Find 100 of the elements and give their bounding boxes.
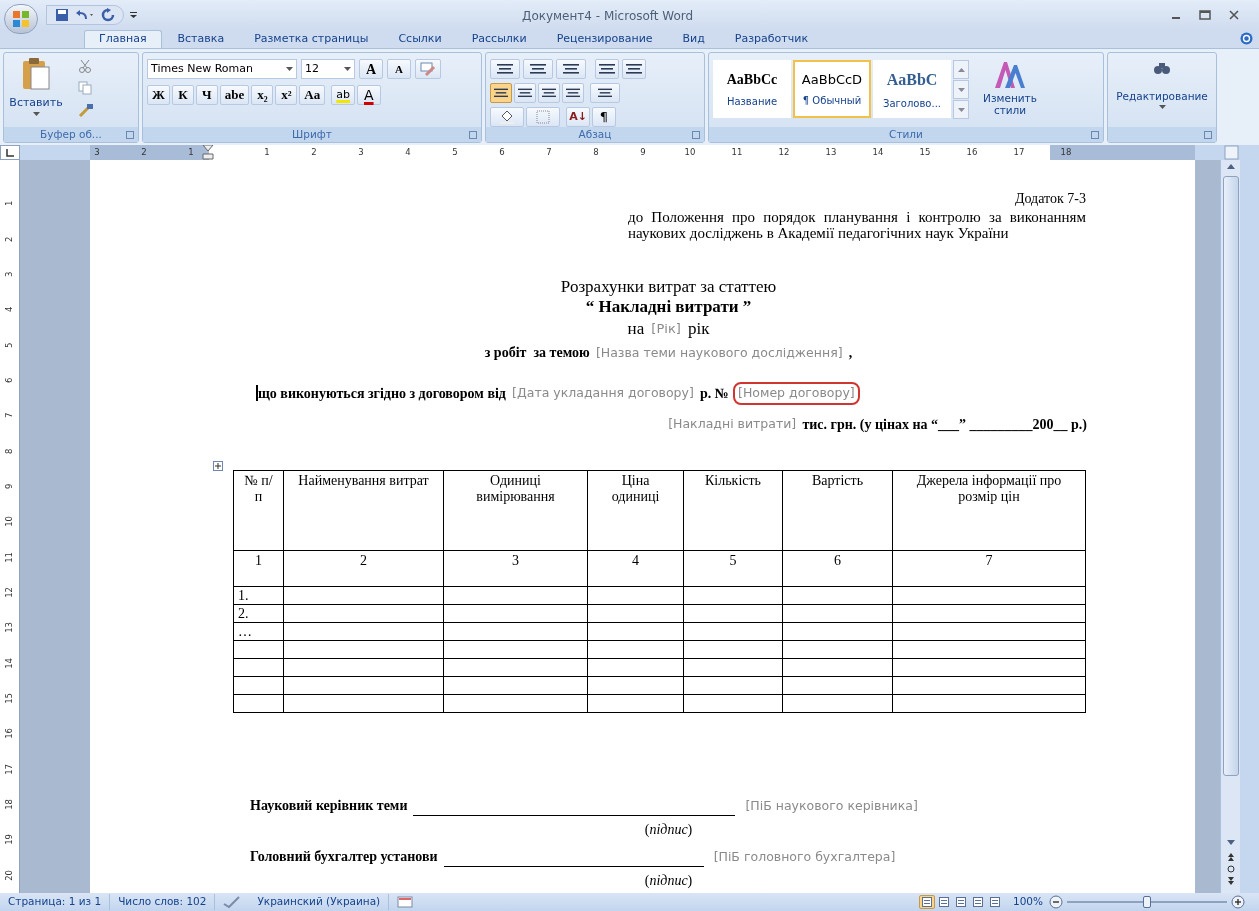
ruler-number: 14 xyxy=(3,657,16,669)
gallery-scroll-button[interactable] xyxy=(953,100,969,119)
font-size-field[interactable]: 12 xyxy=(301,59,355,79)
maximize-icon[interactable] xyxy=(1199,10,1211,20)
ruler-number: 3 xyxy=(93,146,101,159)
list-icon[interactable] xyxy=(563,63,579,75)
page-count[interactable]: Страница: 1 из 1 xyxy=(0,894,111,910)
format-button[interactable]: К xyxy=(171,85,194,105)
shrink-font-button[interactable]: A xyxy=(387,59,411,79)
style-item[interactable]: AaBbC Заголово... xyxy=(873,60,951,118)
format-button[interactable]: Aa xyxy=(299,85,326,105)
ruler-number: 15 xyxy=(918,146,932,159)
editing-button[interactable]: Редактирование xyxy=(1112,61,1212,127)
format-button[interactable]: x₂ xyxy=(251,85,274,105)
gallery-scroll-button[interactable] xyxy=(953,60,969,79)
indent-marker-icon[interactable] xyxy=(202,145,214,160)
numbering-button[interactable] xyxy=(523,59,553,79)
help-icon[interactable] xyxy=(1240,32,1253,45)
ribbon-tab[interactable]: Ссылки xyxy=(384,30,456,48)
ruler-number: 5 xyxy=(3,342,16,348)
ruler-number: 8 xyxy=(592,146,600,159)
cut-icon[interactable] xyxy=(78,59,92,73)
format-button[interactable]: abe xyxy=(219,85,250,105)
format-painter-icon[interactable] xyxy=(78,103,94,117)
eraser-icon xyxy=(420,62,436,76)
ribbon-tab[interactable]: Рассылки xyxy=(457,30,541,48)
placeholder-field[interactable]: [Накладні витрати] xyxy=(666,412,799,436)
close-icon[interactable] xyxy=(1229,10,1239,20)
slider-thumb[interactable] xyxy=(1143,896,1151,908)
ruler-number: 6 xyxy=(3,377,16,384)
ribbon-tab[interactable]: Рецензирование xyxy=(542,30,667,48)
format-button[interactable]: Ж xyxy=(147,85,170,105)
language-indicator[interactable]: Украинский (Украина) xyxy=(249,894,390,910)
office-button[interactable] xyxy=(4,4,38,34)
placeholder-field[interactable]: [Дата укладання договору] xyxy=(510,382,696,405)
style-label: Заголово... xyxy=(883,96,941,111)
document-text: на xyxy=(627,319,645,339)
ruler-number: 1 xyxy=(263,146,271,159)
font-name-field[interactable]: Times New Roman xyxy=(147,59,297,79)
style-item[interactable]: AaBbCcD ¶ Обычный xyxy=(793,60,871,118)
clear-format-button[interactable] xyxy=(415,59,441,79)
placeholder-field[interactable]: [Номер договору] xyxy=(733,382,860,405)
office-logo-icon xyxy=(12,10,30,28)
customize-toolbar-icon[interactable] xyxy=(130,11,138,19)
line-spacing-button[interactable] xyxy=(590,83,620,103)
bullets-button[interactable] xyxy=(490,59,520,79)
save-icon[interactable] xyxy=(55,8,69,22)
column-header: Джерела інформації про розмір цін xyxy=(916,472,1062,504)
list-icon[interactable] xyxy=(598,87,612,99)
caret-icon xyxy=(344,67,351,71)
zoom-in-icon[interactable] xyxy=(1231,895,1245,909)
view-button[interactable] xyxy=(918,895,935,909)
macro-record-icon[interactable] xyxy=(397,896,414,908)
ribbon-tab[interactable]: Разметка страницы xyxy=(240,30,383,48)
redo-icon[interactable] xyxy=(101,8,115,22)
grow-font-button[interactable]: A xyxy=(359,59,383,79)
style-item[interactable]: AaBbCc Название xyxy=(713,60,791,118)
highlight-button[interactable]: ab xyxy=(331,85,355,105)
zoom-level[interactable]: 100% xyxy=(1012,894,1043,910)
shading-button[interactable] xyxy=(490,107,524,127)
zoom-out-icon[interactable] xyxy=(1049,895,1063,909)
signature-label: Науковий керівник теми xyxy=(250,796,408,815)
table-cell: … xyxy=(238,623,252,639)
list-icon[interactable] xyxy=(530,63,546,75)
ribbon-tab[interactable]: Главная xyxy=(84,30,162,48)
gallery-scroll-button[interactable] xyxy=(953,80,969,99)
list-icon[interactable] xyxy=(497,63,513,75)
change-styles-button[interactable]: Изменить стили xyxy=(975,60,1045,127)
placeholder-field[interactable]: [ПіБ головного бухгалтера] xyxy=(713,847,896,867)
ruler-number: 8 xyxy=(3,448,16,454)
word-count[interactable]: Число слов: 102 xyxy=(110,894,216,910)
ruler-number: 7 xyxy=(3,413,16,419)
zoom-slider[interactable] xyxy=(1067,895,1227,909)
ruler-toggle-icon[interactable] xyxy=(1224,145,1239,160)
placeholder-field[interactable]: [Назва теми наукового дослідження] xyxy=(593,342,845,364)
ruler-number: 19 xyxy=(3,834,16,846)
show-marks-button[interactable]: ¶ xyxy=(592,107,616,127)
table-cell: 3 xyxy=(512,552,519,568)
paint-bucket-icon xyxy=(499,110,515,124)
font-color-button[interactable]: A xyxy=(357,85,381,105)
undo-icon[interactable] xyxy=(75,8,95,22)
ruler-number: 2 xyxy=(310,146,318,159)
ruler-number: 15 xyxy=(3,693,16,704)
table-cell: 5 xyxy=(729,552,737,568)
group-label: Буфер об... xyxy=(40,126,102,142)
paste-button[interactable]: Вставить xyxy=(8,57,64,127)
ribbon-tab[interactable]: Вставка xyxy=(163,30,239,48)
sort-button[interactable]: А↓ xyxy=(566,107,590,127)
ribbon-tab[interactable]: Разработчик xyxy=(720,30,823,48)
ribbon-tab[interactable]: Вид xyxy=(668,30,719,48)
scrollbar-thumb[interactable] xyxy=(1222,176,1239,776)
tab-selector[interactable] xyxy=(0,145,20,160)
column-header: Вартість xyxy=(811,472,864,488)
format-button[interactable]: Ч xyxy=(195,85,218,105)
table-move-handle-icon[interactable] xyxy=(213,460,223,471)
placeholder-field[interactable]: [ПіБ наукового керівника] xyxy=(745,796,918,816)
format-button[interactable]: x² xyxy=(275,85,298,105)
proofing-icon[interactable] xyxy=(223,896,242,908)
column-header: Одиниці вимірювання xyxy=(476,472,555,504)
multilevel-list-button[interactable] xyxy=(556,59,586,79)
